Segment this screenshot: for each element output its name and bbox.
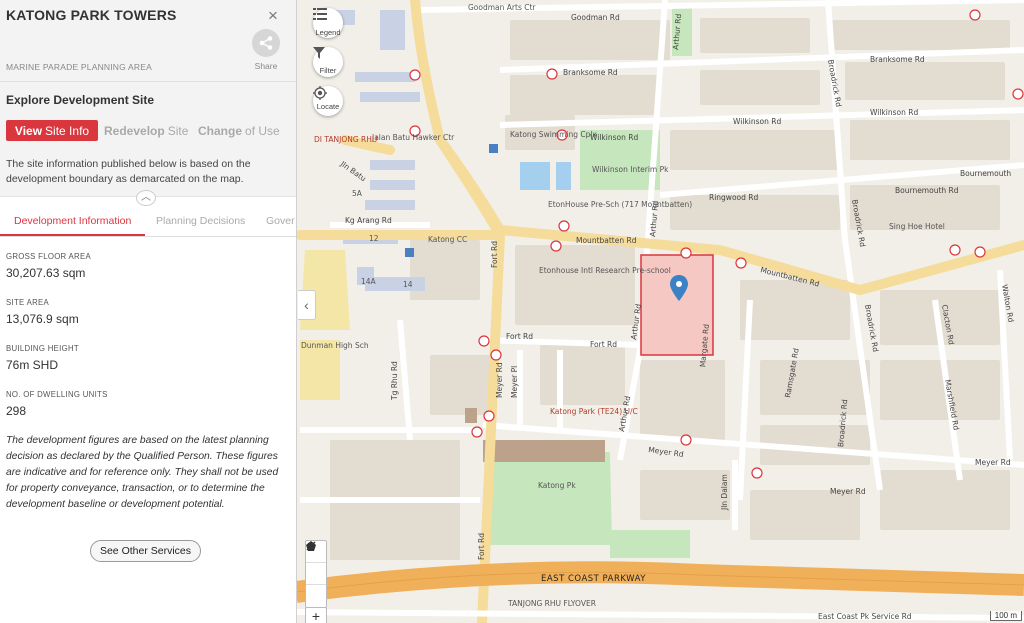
label-etonhouse-intl: Etonhouse Intl Research Pre-school bbox=[539, 266, 671, 275]
panel-header: KATONG PARK TOWERS × Share MARINE PARADE… bbox=[0, 0, 296, 82]
label-katong-pk: Katong Pk bbox=[538, 481, 576, 490]
gfa-label: GROSS FLOOR AREA bbox=[6, 252, 91, 261]
label-meyer-rd-east: Meyer Rd bbox=[830, 487, 866, 496]
label-jalan-batu-hawker: Jalan Batu Hawker Ctr bbox=[371, 133, 455, 142]
label-goodman-arts: Goodman Arts Ctr bbox=[468, 3, 536, 12]
label-wilkinson-rd-mid: Wilkinson Rd bbox=[733, 117, 781, 126]
tab-governance[interactable]: Gover bbox=[266, 215, 295, 227]
label-tanjong-rhu-flyover: TANJONG RHU FLYOVER bbox=[507, 599, 596, 608]
label-branksome-rd: Branksome Rd bbox=[563, 68, 618, 77]
chevron-up-icon: ︿ bbox=[141, 192, 151, 203]
label-dunman-high: Dunman High Sch bbox=[301, 341, 369, 350]
list-icon bbox=[313, 8, 327, 20]
site-note: The site information published below is … bbox=[6, 158, 251, 185]
zoom-in-button[interactable]: + bbox=[305, 607, 327, 623]
explore-section: Explore Development Site View Site Info … bbox=[0, 82, 296, 197]
disclaimer-text: The development figures are based on the… bbox=[6, 435, 279, 510]
collapse-section-button[interactable]: ︿ bbox=[136, 190, 156, 206]
change-of-use-button[interactable]: Change of Use bbox=[198, 120, 280, 141]
label-sing-hoe-hotel: Sing Hoe Hotel bbox=[889, 222, 945, 231]
locate-button[interactable] bbox=[313, 86, 343, 116]
label-goodman-rd: Goodman Rd bbox=[571, 13, 620, 22]
label-blk-5a: 5A bbox=[352, 189, 363, 198]
tab-bar: Development Information Planning Decisio… bbox=[0, 207, 296, 237]
scale-bar: 100 m bbox=[989, 611, 1022, 621]
filter-label: Filter bbox=[319, 66, 337, 75]
label-blk-14: 14 bbox=[403, 280, 413, 289]
site-area-label: SITE AREA bbox=[6, 298, 49, 307]
label-bournemouth-rd: Bournemouth Rd bbox=[895, 186, 959, 195]
share-label: Share bbox=[254, 61, 278, 71]
label-wilkinson-rd-east: Wilkinson Rd bbox=[870, 108, 918, 117]
label-etonhouse-preschool: EtonHouse Pre-Sch (717 Mountbatten) bbox=[548, 200, 692, 209]
view-site-info-button[interactable]: View Site Info bbox=[6, 120, 98, 141]
mode-strong: View bbox=[14, 123, 43, 138]
dwelling-units-value: 298 bbox=[6, 404, 27, 418]
draw-circle-tool[interactable] bbox=[306, 542, 326, 607]
site-title: KATONG PARK TOWERS bbox=[6, 7, 177, 23]
gfa-value: 30,207.63 sqm bbox=[6, 266, 86, 280]
mode-strong: Redevelop bbox=[104, 123, 165, 138]
mode-rest: Site bbox=[167, 123, 189, 138]
label-katong-park-station: Katong Park (TE24) U/C bbox=[550, 407, 638, 416]
filter-icon bbox=[313, 47, 325, 59]
chevron-left-icon: ‹ bbox=[304, 297, 309, 313]
building-height-label: BUILDING HEIGHT bbox=[6, 344, 79, 353]
legend-label: Legend bbox=[315, 28, 341, 37]
label-wilkinson-rd: Wilkinson Rd bbox=[590, 133, 638, 142]
tab-development-information[interactable]: Development Information bbox=[14, 215, 131, 227]
crosshair-icon bbox=[313, 86, 327, 100]
label-meyer-rd-vertical: Meyer Rd bbox=[495, 362, 504, 398]
mode-rest: of Use bbox=[245, 123, 280, 138]
label-fort-rd-east: Fort Rd bbox=[590, 340, 617, 349]
label-blk-12: 12 bbox=[369, 234, 379, 243]
label-east-coast-parkway: EAST COAST PARKWAY bbox=[541, 574, 646, 584]
planning-area: MARINE PARADE PLANNING AREA bbox=[6, 62, 152, 72]
collapse-panel-button[interactable]: ‹ bbox=[298, 290, 316, 320]
draw-polygon-tool[interactable] bbox=[306, 541, 326, 585]
label-branksome-rd-east: Branksome Rd bbox=[870, 55, 925, 64]
site-area-value: 13,076.9 sqm bbox=[6, 312, 79, 326]
redevelop-site-button[interactable]: Redevelop Site bbox=[104, 120, 188, 141]
label-tg-rhu-rd: Tg Rhu Rd bbox=[390, 361, 399, 401]
circle-icon bbox=[307, 542, 315, 550]
development-info-list: GROSS FLOOR AREA 30,207.63 sqm SITE AREA… bbox=[6, 252, 291, 436]
locate-label: Locate bbox=[316, 102, 340, 111]
label-ringwood-rd: Ringwood Rd bbox=[709, 193, 758, 202]
label-katong-swimming: Katong Swimming Cplx bbox=[510, 130, 597, 139]
label-katong-cc: Katong CC bbox=[428, 235, 467, 244]
close-icon[interactable]: × bbox=[268, 6, 278, 26]
mode-strong: Change bbox=[198, 123, 243, 138]
mode-rest: Site Info bbox=[45, 123, 90, 138]
share-icon bbox=[259, 36, 273, 50]
dwelling-units-label: NO. OF DWELLING UNITS bbox=[6, 390, 108, 399]
label-meyer-pl: Meyer Pl bbox=[510, 366, 519, 398]
label-kg-arang-rd: Kg Arang Rd bbox=[345, 216, 392, 225]
share-button[interactable] bbox=[252, 29, 280, 57]
tab-planning-decisions[interactable]: Planning Decisions bbox=[156, 215, 245, 227]
label-bournemouth-east: Bournemouth bbox=[960, 169, 1011, 178]
label-fort-rd-vertical-south: Fort Rd bbox=[477, 533, 486, 560]
label-wilkinson-park: Wilkinson Interim Pk bbox=[592, 165, 669, 174]
label-fort-rd-vertical: Fort Rd bbox=[490, 241, 499, 268]
label-east-coast-pk-service: East Coast Pk Service Rd bbox=[818, 612, 912, 621]
label-fort-rd: Fort Rd bbox=[506, 332, 533, 341]
label-di-tanjong-rhu: DI TANJONG RHU bbox=[314, 135, 377, 144]
draw-toolbar bbox=[305, 540, 327, 608]
station-construction-area bbox=[483, 440, 605, 462]
active-tab-indicator bbox=[0, 234, 145, 236]
label-jln-dalam: Jln Dalam bbox=[720, 474, 729, 511]
label-mountbatten-rd: Mountbatten Rd bbox=[576, 236, 637, 245]
site-info-panel: KATONG PARK TOWERS × Share MARINE PARADE… bbox=[0, 0, 297, 623]
see-other-services-button[interactable]: See Other Services bbox=[90, 540, 201, 562]
swimming-pool bbox=[520, 162, 571, 190]
building-height-value: 76m SHD bbox=[6, 358, 59, 372]
label-blk-14a: 14A bbox=[361, 277, 377, 286]
label-meyer-rd-far: Meyer Rd bbox=[975, 458, 1011, 467]
explore-title: Explore Development Site bbox=[6, 93, 155, 107]
